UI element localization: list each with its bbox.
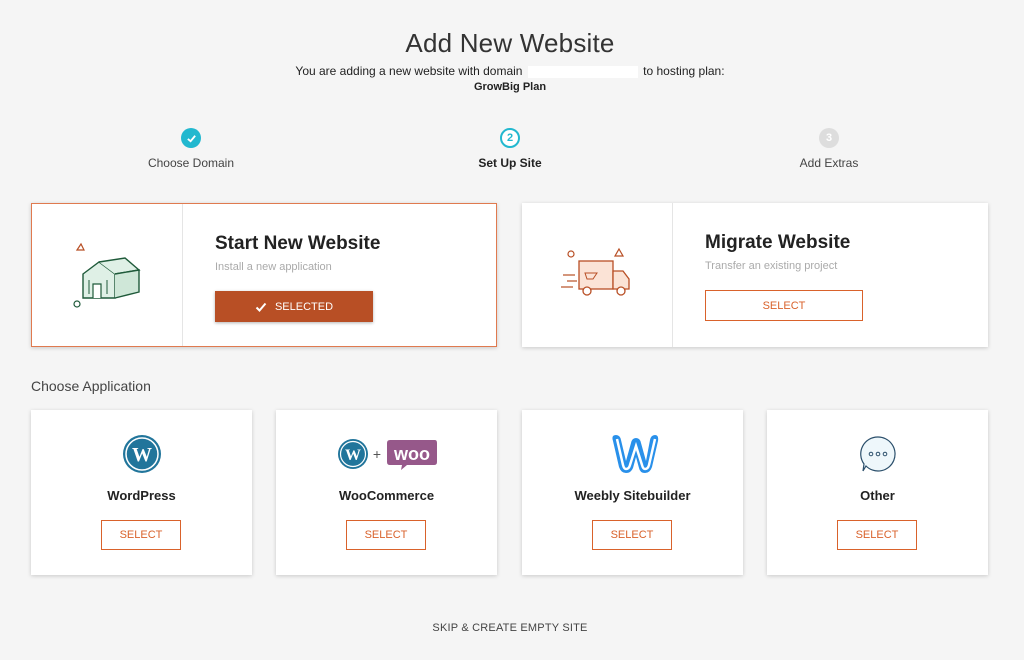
house-icon: [32, 204, 183, 346]
step-label: Choose Domain: [147, 156, 235, 170]
subtitle-after: to hosting plan:: [643, 64, 725, 78]
selected-button[interactable]: SELECTED: [215, 291, 373, 322]
select-button[interactable]: SELECT: [837, 520, 917, 550]
wordpress-icon: W: [31, 432, 252, 476]
select-button[interactable]: SELECT: [346, 520, 426, 550]
app-card-other[interactable]: Other SELECT: [767, 410, 988, 575]
domain-placeholder: [527, 65, 638, 78]
truck-icon: [522, 203, 673, 347]
app-name: WooCommerce: [338, 488, 435, 503]
choose-application-heading: Choose Application: [31, 378, 151, 394]
step-number: 2: [500, 128, 520, 148]
woocommerce-icon: W + woo: [276, 432, 497, 476]
checkmark-icon: [255, 302, 267, 312]
app-card-woocommerce[interactable]: W + woo WooCommerce SELECT: [276, 410, 497, 575]
page-title: Add New Website: [405, 28, 615, 58]
app-card-weebly[interactable]: Weebly Sitebuilder SELECT: [522, 410, 743, 575]
button-label: SELECTED: [274, 300, 334, 313]
checkmark-icon: [181, 128, 201, 148]
select-button[interactable]: SELECT: [705, 290, 863, 321]
svg-text:woo: woo: [393, 444, 430, 464]
plan-name: GrowBig Plan: [473, 81, 547, 93]
step-label: Set Up Site: [478, 156, 542, 170]
svg-text:W: W: [345, 447, 361, 464]
option-description: Transfer an existing project: [705, 260, 838, 272]
step-set-up-site: 2 Set Up Site: [430, 128, 590, 170]
app-name: WordPress: [107, 488, 176, 503]
option-title: Start New Website: [215, 233, 381, 254]
start-new-website-card[interactable]: Start New Website Install a new applicat…: [31, 203, 497, 347]
select-button[interactable]: SELECT: [101, 520, 181, 550]
subtitle-before: You are adding a new website with domain: [295, 64, 523, 78]
app-name: Other: [860, 488, 895, 503]
step-choose-domain[interactable]: Choose Domain: [111, 128, 271, 170]
select-button[interactable]: SELECT: [592, 520, 672, 550]
step-add-extras: 3 Add Extras: [749, 128, 909, 170]
option-title: Migrate Website: [705, 232, 851, 253]
skip-create-empty-site-link[interactable]: SKIP & CREATE EMPTY SITE: [0, 622, 1020, 634]
app-card-wordpress[interactable]: W WordPress SELECT: [31, 410, 252, 575]
step-number: 3: [819, 128, 839, 148]
svg-text:+: +: [372, 446, 380, 462]
chat-bubble-icon: [767, 432, 988, 476]
step-label: Add Extras: [799, 156, 859, 170]
migrate-website-card[interactable]: Migrate Website Transfer an existing pro…: [522, 203, 988, 347]
svg-text:W: W: [132, 444, 152, 466]
app-name: Weebly Sitebuilder: [574, 488, 691, 503]
option-description: Install a new application: [215, 261, 332, 273]
weebly-icon: [522, 432, 743, 476]
page-subtitle: You are adding a new website with domain…: [0, 64, 1020, 78]
